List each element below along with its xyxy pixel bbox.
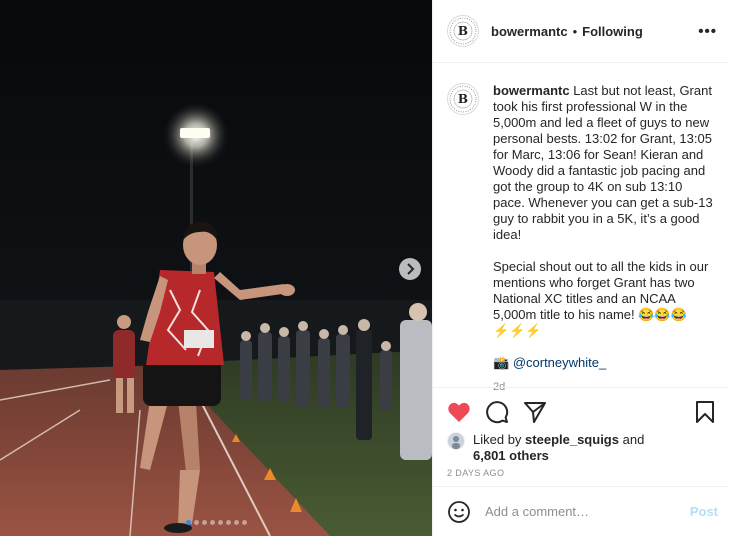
share-icon[interactable] (523, 401, 547, 423)
following-button[interactable]: Following (582, 24, 643, 39)
likes-summary: Liked by steeple_squigs and 6,801 others (447, 432, 715, 464)
heart-icon[interactable] (447, 401, 471, 423)
carousel-dot (193, 520, 199, 525)
caption-username[interactable]: bowermantc (493, 83, 570, 98)
carousel-dot (185, 520, 191, 525)
post-comment-button[interactable]: Post (690, 504, 718, 519)
race-photo (0, 0, 432, 536)
camera-icon: 📸 (493, 355, 510, 370)
caption-body: Last but not least, Grant took his first… (493, 83, 713, 242)
likes-conjunction: and (622, 432, 645, 447)
comment-icon[interactable] (485, 400, 509, 424)
header-separator: • (572, 23, 578, 39)
carousel-dot (201, 520, 207, 525)
carousel-dot (209, 520, 215, 525)
next-slide-button[interactable] (399, 258, 421, 280)
post-date: 2 DAYS AGO (447, 468, 505, 478)
carousel-dot (217, 520, 223, 525)
caption-avatar[interactable]: B (447, 83, 479, 115)
avatar-letter: B (457, 24, 469, 38)
comment-bar: Post (433, 486, 729, 536)
action-icons (447, 400, 715, 424)
post-header: B bowermantc • Following ••• (433, 0, 729, 63)
chevron-right-icon (405, 263, 415, 275)
caption-paragraph-2: Special shout out to all the kids in our… (493, 259, 709, 338)
likes-others-count[interactable]: 6,801 others (473, 448, 549, 463)
bookmark-icon[interactable] (695, 400, 715, 424)
emoji-icon[interactable] (447, 500, 471, 524)
caption-text: bowermantc Last but not least, Grant too… (493, 83, 715, 393)
carousel-dot (241, 520, 247, 525)
caption-paragraph-1: bowermantc Last but not least, Grant too… (493, 83, 715, 243)
photo-credit: 📸 @cortneywhite_ (493, 355, 715, 371)
liker-username[interactable]: steeple_squigs (525, 432, 619, 447)
carousel-dot (233, 520, 239, 525)
actions-section: Liked by steeple_squigs and 6,801 others… (433, 387, 729, 486)
avatar[interactable]: B (447, 15, 479, 47)
more-icon[interactable]: ••• (698, 23, 717, 40)
comment-input[interactable] (485, 504, 690, 519)
header-username[interactable]: bowermantc (491, 24, 568, 39)
likes-prefix: Liked by (473, 432, 522, 447)
carousel-dot (225, 520, 231, 525)
post-side-panel: B bowermantc • Following ••• B bowermant… (432, 0, 729, 536)
caption-section: B bowermantc Last but not least, Grant t… (433, 63, 729, 393)
likes-text: Liked by steeple_squigs and 6,801 others (473, 432, 644, 464)
credit-mention-link[interactable]: @cortneywhite_ (513, 355, 606, 370)
post-photo[interactable] (0, 0, 432, 536)
avatar-letter: B (457, 92, 469, 106)
liker-avatar[interactable] (447, 432, 465, 450)
carousel-indicator (0, 520, 432, 525)
instagram-post: B bowermantc • Following ••• B bowermant… (0, 0, 729, 536)
